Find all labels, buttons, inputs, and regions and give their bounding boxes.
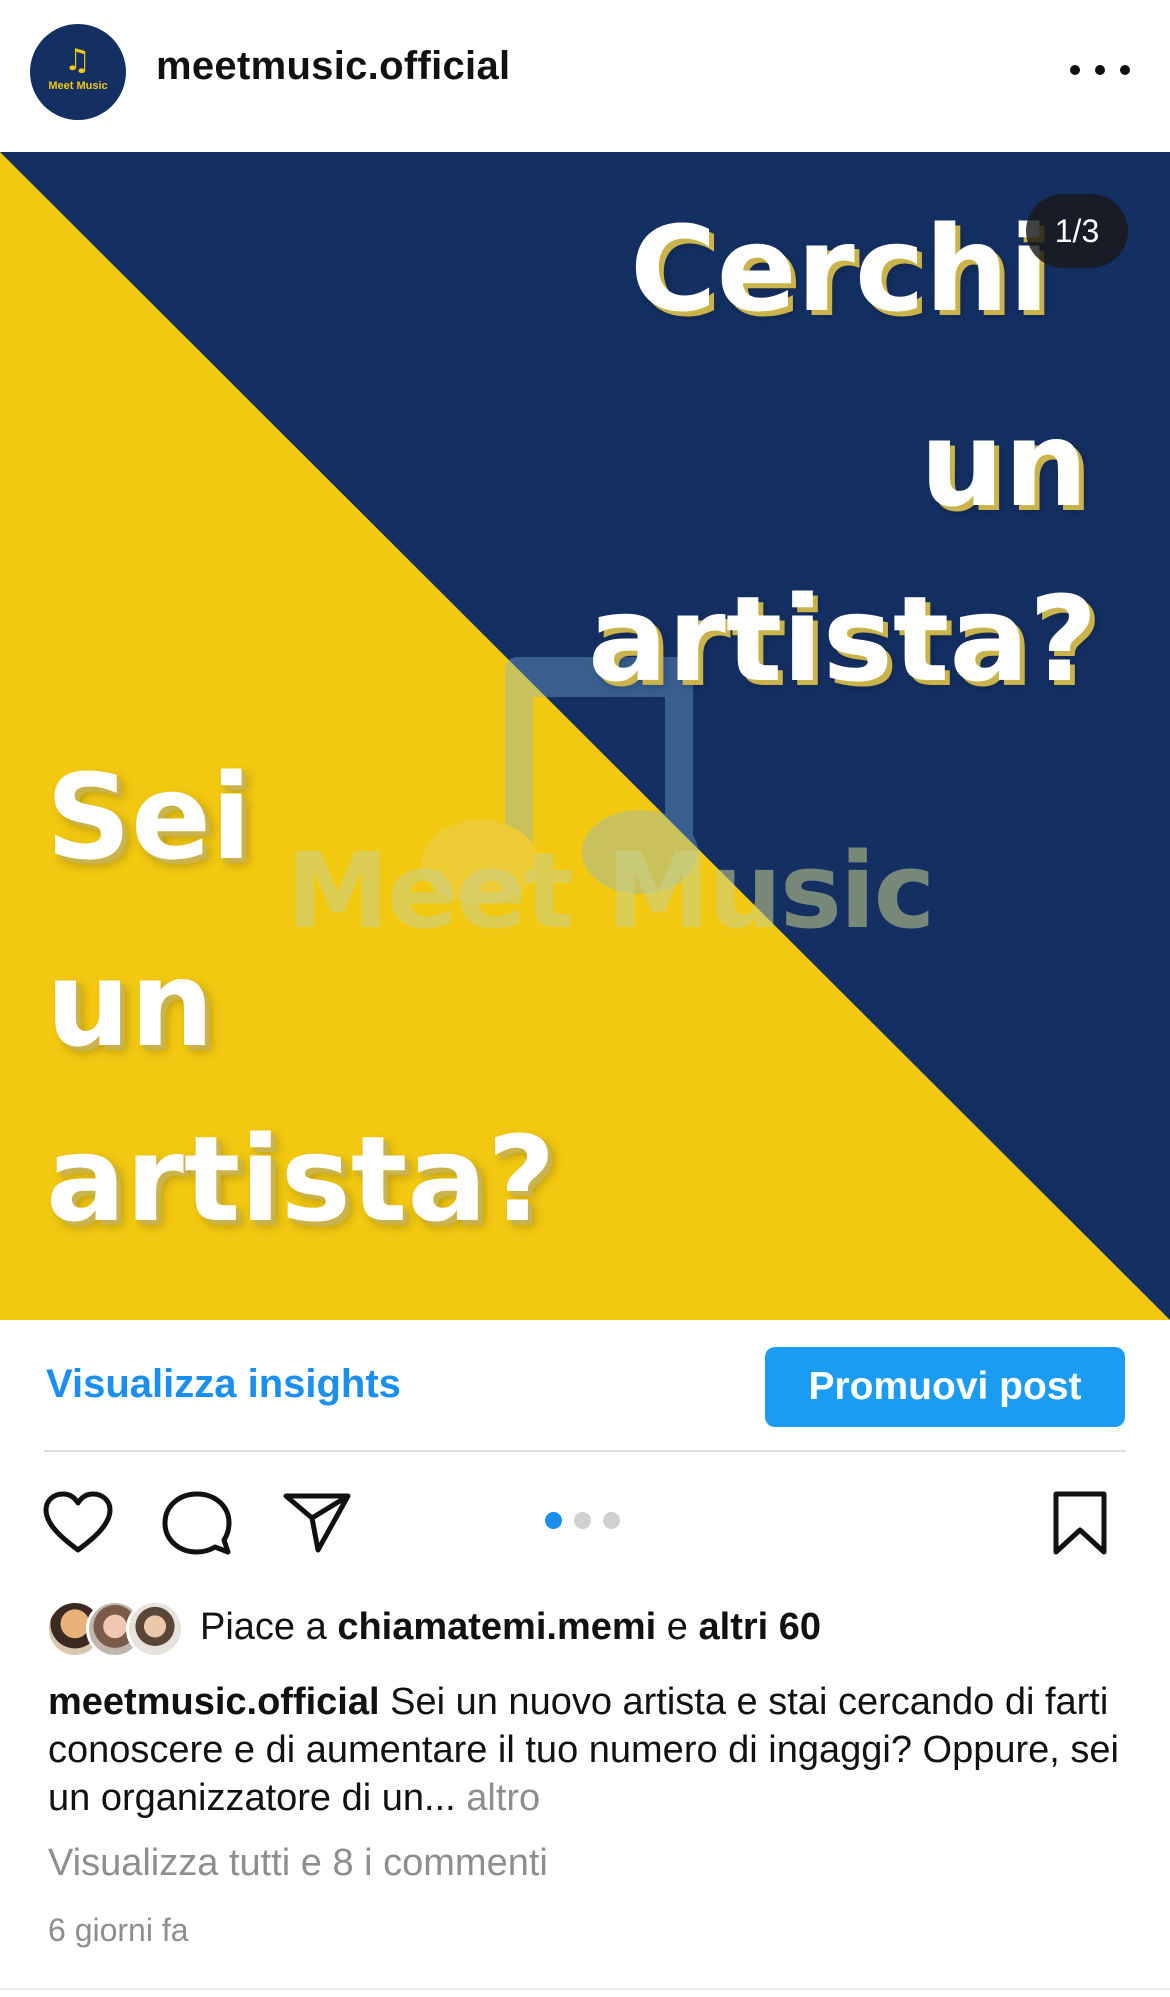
likes-summary[interactable]: Piace a chiamatemi.memi e altri 60	[200, 1606, 821, 1649]
headline-top-line-3: artista?	[588, 570, 1098, 708]
post-caption: meetmusic.official Sei un nuovo artista …	[48, 1678, 1138, 1822]
carousel-dot-active	[545, 1512, 562, 1529]
likes-joiner: e	[666, 1606, 688, 1648]
comment-icon[interactable]	[162, 1490, 232, 1556]
send-icon[interactable]	[282, 1490, 352, 1556]
watermark-text: Meet Music	[286, 830, 935, 952]
liker-avatars[interactable]	[46, 1600, 186, 1658]
liker-username[interactable]: chiamatemi.memi	[337, 1606, 656, 1648]
avatar-logo-text: Meet Music	[48, 80, 108, 92]
carousel-counter: 1/3	[1026, 194, 1128, 268]
likes-others-count[interactable]: altri 60	[699, 1606, 822, 1648]
likes-prefix: Piace a	[200, 1606, 327, 1648]
headline-bottom-line-1: Sei	[46, 748, 252, 886]
caption-more-link[interactable]: altro	[466, 1777, 540, 1819]
profile-avatar[interactable]: ♫ Meet Music	[30, 24, 126, 120]
view-insights-link[interactable]: Visualizza insights	[46, 1362, 401, 1407]
post-timestamp: 6 giorni fa	[48, 1912, 189, 1948]
post-username[interactable]: meetmusic.official	[156, 44, 510, 89]
view-all-comments-link[interactable]: Visualizza tutti e 8 i commenti	[48, 1842, 548, 1885]
carousel-dot	[603, 1512, 620, 1529]
headline-bottom-line-3: artista?	[46, 1110, 556, 1248]
headline-top-line-2: un	[920, 395, 1089, 533]
heart-icon[interactable]	[42, 1490, 114, 1556]
headline-top-line-1: Cerchi	[630, 200, 1050, 338]
avatar	[126, 1600, 184, 1658]
divider	[44, 1450, 1126, 1452]
promote-post-button[interactable]: Promuovi post	[765, 1347, 1125, 1427]
post-header: ♫ Meet Music meetmusic.official	[0, 0, 1170, 152]
carousel-dot	[574, 1512, 591, 1529]
more-horizontal-icon[interactable]	[1070, 52, 1130, 88]
divider	[0, 1988, 1170, 1990]
caption-username[interactable]: meetmusic.official	[48, 1681, 380, 1723]
music-note-icon: ♫	[64, 43, 91, 78]
carousel-indicator	[545, 1512, 620, 1529]
headline-bottom-line-2: un	[46, 935, 215, 1073]
bookmark-icon[interactable]	[1050, 1490, 1110, 1556]
